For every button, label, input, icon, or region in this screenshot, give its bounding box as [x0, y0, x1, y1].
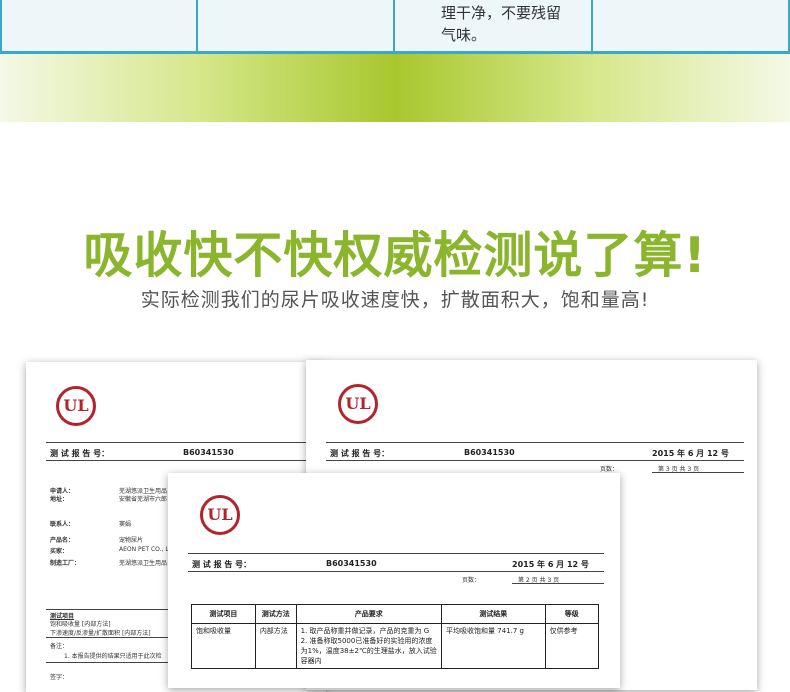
- factory-label: 制造工厂：: [50, 560, 81, 567]
- table-border: [196, 0, 198, 54]
- report-number: B60341530: [183, 448, 234, 457]
- table-cell: 1. 取产品称重并做记录，产品的克重为 G 2. 准备称取5000已准备好的实验…: [295, 623, 443, 669]
- column-header: 测试项目: [191, 604, 256, 624]
- ul-logo-icon: UL: [56, 386, 96, 426]
- divider: [46, 460, 326, 461]
- requirement-step: 1. 取产品称重并做记录，产品的克重为 G: [300, 627, 430, 635]
- report-number: B60341530: [326, 559, 377, 568]
- report-date: 2015 年 6 月 12 号: [512, 560, 589, 569]
- cell-text-line: 理干净，不要残留: [441, 4, 562, 22]
- requirement-step: 2. 准备称取5000已准备好的实验用的浓度为1%，温度38±2℃的生理盐水，放…: [300, 637, 437, 665]
- test-item: 饱和吸收量 [内部方法]: [50, 621, 111, 628]
- divider: [46, 442, 326, 443]
- product-value: 宠物尿片: [119, 537, 144, 544]
- pages-label: 页数：: [462, 577, 481, 584]
- divider: [326, 460, 744, 461]
- column-header: 测试方法: [254, 604, 297, 624]
- report-label: 测 试 报 告 号：: [192, 560, 252, 569]
- note-text: 1. 本报告提供的结果只适用于此次检: [64, 653, 162, 660]
- table-cell-text: 理干净，不要残留 气味。: [441, 2, 591, 46]
- contact-label: 联系人：: [50, 521, 75, 528]
- product-label: 产品名：: [50, 537, 75, 544]
- table-cell: 平均吸收饱和量 741.7 g: [441, 623, 546, 669]
- table-border: [393, 0, 395, 54]
- top-table-fragment: 理干净，不要残留 气味。: [0, 0, 790, 54]
- divider: [188, 553, 604, 554]
- table-border: [0, 0, 2, 54]
- divider: [188, 571, 604, 572]
- factory-value: 芜湖悠派卫生用品: [119, 560, 168, 567]
- divider: [652, 472, 744, 473]
- test-item: 下渗速度/反渗量/扩散面积 [内部方法]: [50, 630, 151, 637]
- green-gradient-band: [0, 54, 790, 122]
- divider: [326, 442, 744, 443]
- results-table: 测试项目 测试方法 产品要求 测试结果 等级 饱和吸收量 内部方法 1. 取产品…: [191, 604, 600, 669]
- address-value: 安徽省芜湖市六郎: [119, 496, 168, 503]
- table-cell: 饱和吸收量: [191, 623, 256, 669]
- contact-value: 窦娟: [119, 521, 132, 528]
- page-subheadline: 实际检测我们的尿片吸收速度快，扩散面积大，饱和量高!: [140, 289, 650, 311]
- buyer-label: 买家：: [50, 548, 69, 555]
- report-number: B60341530: [464, 448, 515, 457]
- address-label: 地址：: [50, 496, 69, 503]
- column-header: 产品要求: [295, 604, 443, 624]
- ul-logo-icon: UL: [200, 495, 240, 535]
- page-headline: 吸收快不快权威检测说了算!: [83, 227, 707, 284]
- column-header: 等级: [544, 604, 600, 624]
- note-label: 备注：: [50, 643, 69, 650]
- table-cell: 内部方法: [254, 623, 297, 669]
- report-label: 测 试 报 告 号：: [50, 449, 110, 458]
- cell-text-line: 气味。: [441, 26, 487, 44]
- report-label: 测 试 报 告 号：: [330, 449, 390, 458]
- buyer-value: AEON PET CO., L: [119, 546, 169, 553]
- ul-logo-icon: UL: [338, 384, 378, 424]
- table-header-row: 测试项目 测试方法 产品要求 测试结果 等级: [191, 604, 600, 624]
- report-page-2: UL 测 试 报 告 号： B60341530 2015 年 6 月 12 号 …: [168, 473, 620, 688]
- table-cell: 仅供参考: [544, 623, 600, 669]
- report-date: 2015 年 6 月 12 号: [652, 449, 729, 458]
- pages-label: 页数：: [600, 466, 619, 473]
- table-border: [591, 0, 593, 54]
- divider: [512, 583, 604, 584]
- column-header: 测试结果: [441, 604, 546, 624]
- table-row: 饱和吸收量 内部方法 1. 取产品称重并做记录，产品的克重为 G 2. 准备称取…: [191, 623, 600, 669]
